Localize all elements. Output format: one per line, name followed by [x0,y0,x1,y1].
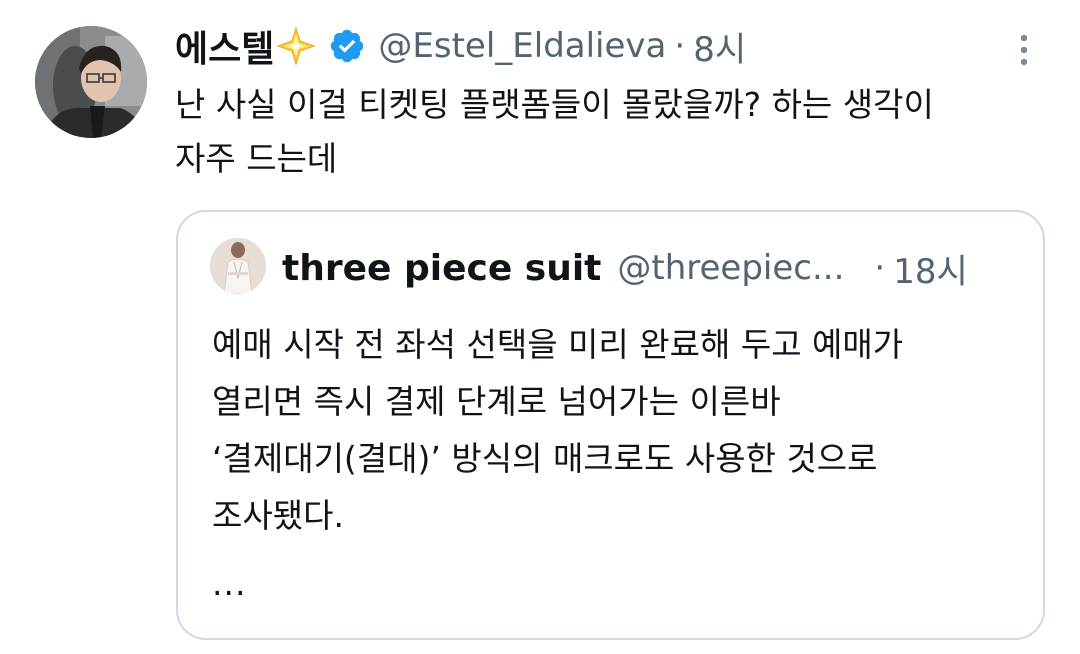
quoted-tweet-header: three piece suit @threepiec... · 18시 [282,242,968,294]
quoted-text-line: ‘결제대기(결대)’ 방식의 매크로도 사용한 것으로 [212,439,878,478]
quoted-author-avatar [210,238,266,294]
author-handle[interactable]: @Estel_Eldalieva [378,26,666,66]
tweet-text-line: 난 사실 이걸 티켓팅 플랫폼들이 몰랐을까? 하는 생각이 [175,85,934,124]
truncation-ellipsis: ... [212,564,247,603]
quoted-tweet-text: 예매 시작 전 좌석 선택을 미리 완료해 두고 예매가 열리면 즉시 결제 단… [212,316,1012,544]
quoted-text-line: 열리면 즉시 결제 단계로 넘어가는 이른바 [212,382,781,421]
author-display-name[interactable]: 에스텔 [175,20,274,72]
quoted-author-display-name: three piece suit [282,247,602,289]
sparkle-star-icon [276,26,316,66]
author-avatar[interactable] [35,26,147,138]
more-options-icon[interactable] [1014,30,1034,70]
tweet-header: 에스텔 @Estel_Eldalieva · 8시 [175,20,746,72]
quoted-tweet-timestamp: 18시 [893,251,968,292]
tweet-timestamp[interactable]: 8시 [693,22,746,71]
tweet-text: 난 사실 이걸 티켓팅 플랫폼들이 몰랐을까? 하는 생각이 자주 드는데 [175,78,1035,186]
quoted-tweet-card[interactable]: three piece suit @threepiec... · 18시 예매 … [176,210,1045,640]
quoted-author-handle: @threepiec... [617,248,845,288]
quoted-text-line: 조사됐다. [212,496,344,535]
header-separator: · [674,26,686,66]
quoted-text-line: 예매 시작 전 좌석 선택을 미리 완료해 두고 예매가 [212,325,904,364]
tweet[interactable]: 에스텔 @Estel_Eldalieva · 8시 난 사실 이걸 티켓팅 플랫… [0,0,1080,654]
quoted-header-separator: · [874,248,886,288]
verified-badge-icon[interactable] [328,27,366,65]
tweet-text-line: 자주 드는데 [175,139,338,178]
